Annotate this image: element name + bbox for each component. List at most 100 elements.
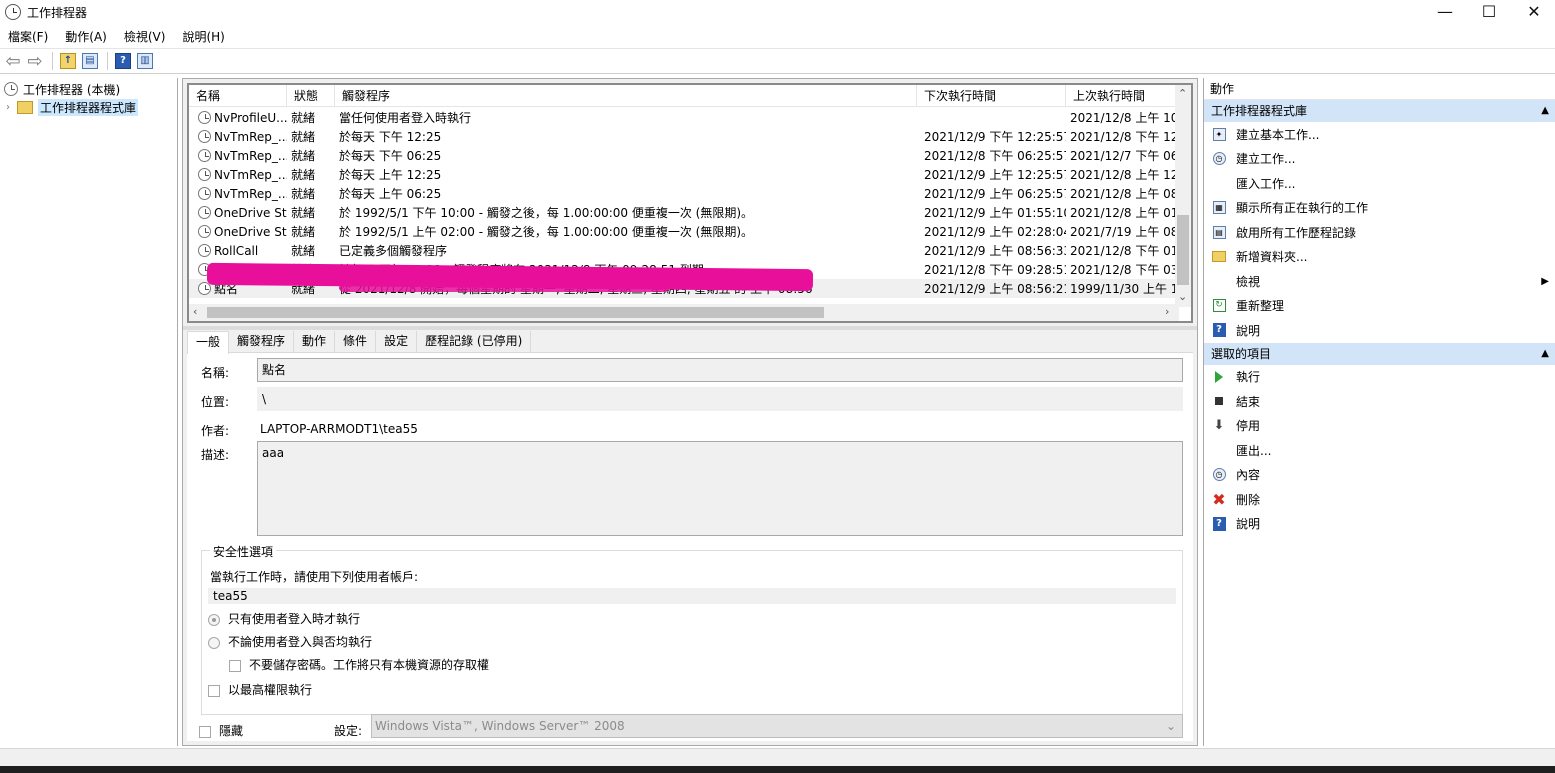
table-row[interactable]: NvTmRep_... 就緒 於每天 下午 12:25 2021/12/9 下午 12… (189, 127, 1179, 146)
help-icon[interactable]: ? (113, 51, 133, 71)
task-clock-icon (198, 187, 211, 200)
action-item[interactable]: ▦ 顯示所有正在執行的工作 (1204, 196, 1555, 221)
action-item[interactable]: ◷ 內容 (1204, 463, 1555, 488)
menu-view[interactable]: 檢視(V) (124, 28, 166, 45)
scroll-down-icon[interactable]: ⌄ (1178, 290, 1187, 303)
section-selected[interactable]: 選取的項目 ▲ (1204, 342, 1555, 365)
task-name-text: NvProfileU... (214, 110, 287, 125)
tab-general[interactable]: 一般 (187, 331, 230, 354)
action-item-label: 內容 (1236, 468, 1261, 483)
section-library[interactable]: 工作排程器程式庫 ▲ (1204, 100, 1555, 122)
description-field[interactable]: aaa (257, 441, 1183, 536)
column-header-last-run[interactable]: 上次執行時間 (1066, 85, 1179, 107)
close-button[interactable]: ✕ (1511, 0, 1555, 22)
task-trigger: 於每天 上午 12:25 (339, 168, 442, 182)
detail-tabs: 一般 觸發程序 動作 條件 設定 歷程記錄 (已停用) (187, 331, 1193, 354)
table-row[interactable]: RollCall 就緒 已定義多個觸發程序 2021/12/9 上午 08:56:33… (189, 241, 1179, 260)
up-folder-icon[interactable]: ↑ (58, 51, 78, 71)
properties-icon: ◷ (1211, 467, 1227, 483)
action-item[interactable]: 匯入工作... (1204, 171, 1555, 196)
task-detail: 一般 觸發程序 動作 條件 設定 歷程記錄 (已停用) 名稱: 點名 位置: \… (187, 331, 1193, 741)
table-row[interactable]: NvTmRep_... 就緒 於每天 下午 06:25 2021/12/8 下午 06… (189, 146, 1179, 165)
radio-logged-on[interactable]: 只有使用者登入時才執行 (208, 610, 360, 627)
action-item-label: 說明 (1236, 517, 1261, 532)
radio-always-circle[interactable] (208, 636, 220, 649)
table-row[interactable]: OneDrive St... 就緒 於 1992/5/1 下午 10:00 - 觸發… (189, 203, 1179, 222)
table-row[interactable]: NvTmRep_... 就緒 於每天 上午 12:25 2021/12/9 上午 12… (189, 165, 1179, 184)
vertical-scrollbar[interactable]: ⌃ ⌄ (1175, 85, 1191, 307)
checkbox-highest[interactable]: 以最高權限執行 (208, 681, 312, 698)
task-last-run: 2021/12/7 下午 06 (1070, 149, 1179, 163)
table-row[interactable]: NvTmRep_... 就緒 於每天 上午 06:25 2021/12/9 上午 06… (189, 184, 1179, 203)
collapse-icon[interactable]: ▲ (1541, 100, 1549, 122)
task-last-run: 2021/12/8 上午 08 (1070, 187, 1179, 201)
menu-file[interactable]: 檔案(F) (8, 28, 48, 45)
pane-splitter[interactable] (183, 326, 1197, 330)
action-item-label: 匯出... (1236, 443, 1272, 458)
checkbox-hidden-box[interactable] (199, 725, 211, 738)
column-header-status[interactable]: 狀態 (287, 85, 335, 107)
action-item[interactable]: ? 說明 (1204, 318, 1555, 343)
config-dropdown[interactable]: Windows Vista™, Windows Server™ 2008 ⌄ (371, 714, 1183, 738)
task-next-run: 2021/12/8 下午 09:28:51 (924, 263, 1066, 277)
action-item[interactable]: 結束 (1204, 389, 1555, 414)
checkbox-no-password-box[interactable] (229, 659, 241, 672)
help-icon: ? (1211, 322, 1227, 338)
tab-history[interactable]: 歷程記錄 (已停用) (417, 331, 532, 353)
name-field[interactable]: 點名 (257, 358, 1183, 382)
action-item[interactable]: ✦ 建立基本工作... (1204, 122, 1555, 147)
action-item[interactable]: ↻ 重新整理 (1204, 294, 1555, 319)
tab-actions[interactable]: 動作 (294, 331, 336, 353)
task-status: 就緒 (291, 130, 316, 144)
chevron-down-icon[interactable]: ⌄ (1166, 715, 1176, 737)
radio-always[interactable]: 不論使用者登入與否均執行 (208, 633, 372, 650)
scroll-left-icon[interactable]: ‹ (193, 305, 197, 318)
collapse-icon[interactable]: ▲ (1541, 343, 1549, 365)
column-header-name[interactable]: 名稱 (189, 85, 287, 107)
radio-logged-on-label: 只有使用者登入時才執行 (228, 612, 361, 626)
action-item-label: 匯入工作... (1236, 176, 1296, 191)
task-next-run: 2021/12/8 下午 06:25:57 (924, 149, 1066, 163)
action-item[interactable]: ⬇ 停用 (1204, 414, 1555, 439)
back-arrow-icon[interactable]: ⇦ (3, 51, 23, 72)
scroll-right-icon[interactable]: › (1165, 305, 1169, 318)
forward-arrow-icon[interactable]: ⇨ (25, 51, 45, 72)
table-row[interactable]: OneDrive St... 就緒 於 1992/5/1 上午 02:00 - 觸發… (189, 222, 1179, 241)
folder-clock-icon (17, 100, 33, 114)
checkbox-no-password[interactable]: 不要儲存密碼。工作將只有本機資源的存取權 (229, 656, 489, 673)
tab-triggers[interactable]: 觸發程序 (229, 331, 295, 353)
tab-settings[interactable]: 設定 (376, 331, 418, 353)
tab-conditions[interactable]: 條件 (335, 331, 377, 353)
show-hide-console-tree-icon[interactable]: ▤ (80, 51, 100, 71)
checkbox-hidden[interactable]: 隱藏 (199, 722, 243, 739)
column-header-triggers[interactable]: 觸發程序 (335, 85, 917, 107)
menu-help[interactable]: 說明(H) (182, 28, 224, 45)
action-item[interactable]: 新增資料夾... (1204, 245, 1555, 270)
running-tasks-icon: ▦ (1211, 200, 1227, 216)
action-item-label: 刪除 (1236, 492, 1261, 507)
maximize-button[interactable]: ☐ (1466, 0, 1512, 22)
radio-logged-on-circle[interactable] (208, 613, 220, 626)
scrollbar-thumb[interactable] (1177, 215, 1189, 285)
action-item[interactable]: 執行 (1204, 365, 1555, 390)
action-item[interactable]: ? 說明 (1204, 512, 1555, 537)
column-header-next-run[interactable]: 下次執行時間 (917, 85, 1066, 107)
tree-library[interactable]: › 工作排程器程式庫 (0, 98, 177, 116)
menu-action[interactable]: 動作(A) (65, 28, 107, 45)
horizontal-scrollbar[interactable]: ‹ › (189, 304, 1179, 321)
action-item[interactable]: 檢視 ▶ (1204, 269, 1555, 294)
minimize-button[interactable]: — (1422, 0, 1468, 22)
tree-root[interactable]: 工作排程器 (本機) (0, 80, 177, 98)
scroll-up-icon[interactable]: ⌃ (1178, 87, 1187, 100)
action-item[interactable]: ◷ 建立工作... (1204, 147, 1555, 172)
table-row[interactable]: NvProfileU... 就緒 當任何使用者登入時執行 2021/12/8 上午 1… (189, 108, 1179, 127)
chevron-right-icon[interactable]: › (6, 102, 10, 113)
window-title: 工作排程器 (27, 5, 88, 20)
scrollbar-thumb[interactable] (207, 307, 824, 318)
action-item[interactable]: 匯出... (1204, 438, 1555, 463)
action-item[interactable]: ▤ 啟用所有工作歷程記錄 (1204, 220, 1555, 245)
checkbox-highest-box[interactable] (208, 684, 220, 697)
toolbar-separator (52, 52, 53, 70)
action-item[interactable]: ✖ 刪除 (1204, 487, 1555, 512)
show-hide-action-pane-icon[interactable]: ▥ (135, 51, 155, 71)
